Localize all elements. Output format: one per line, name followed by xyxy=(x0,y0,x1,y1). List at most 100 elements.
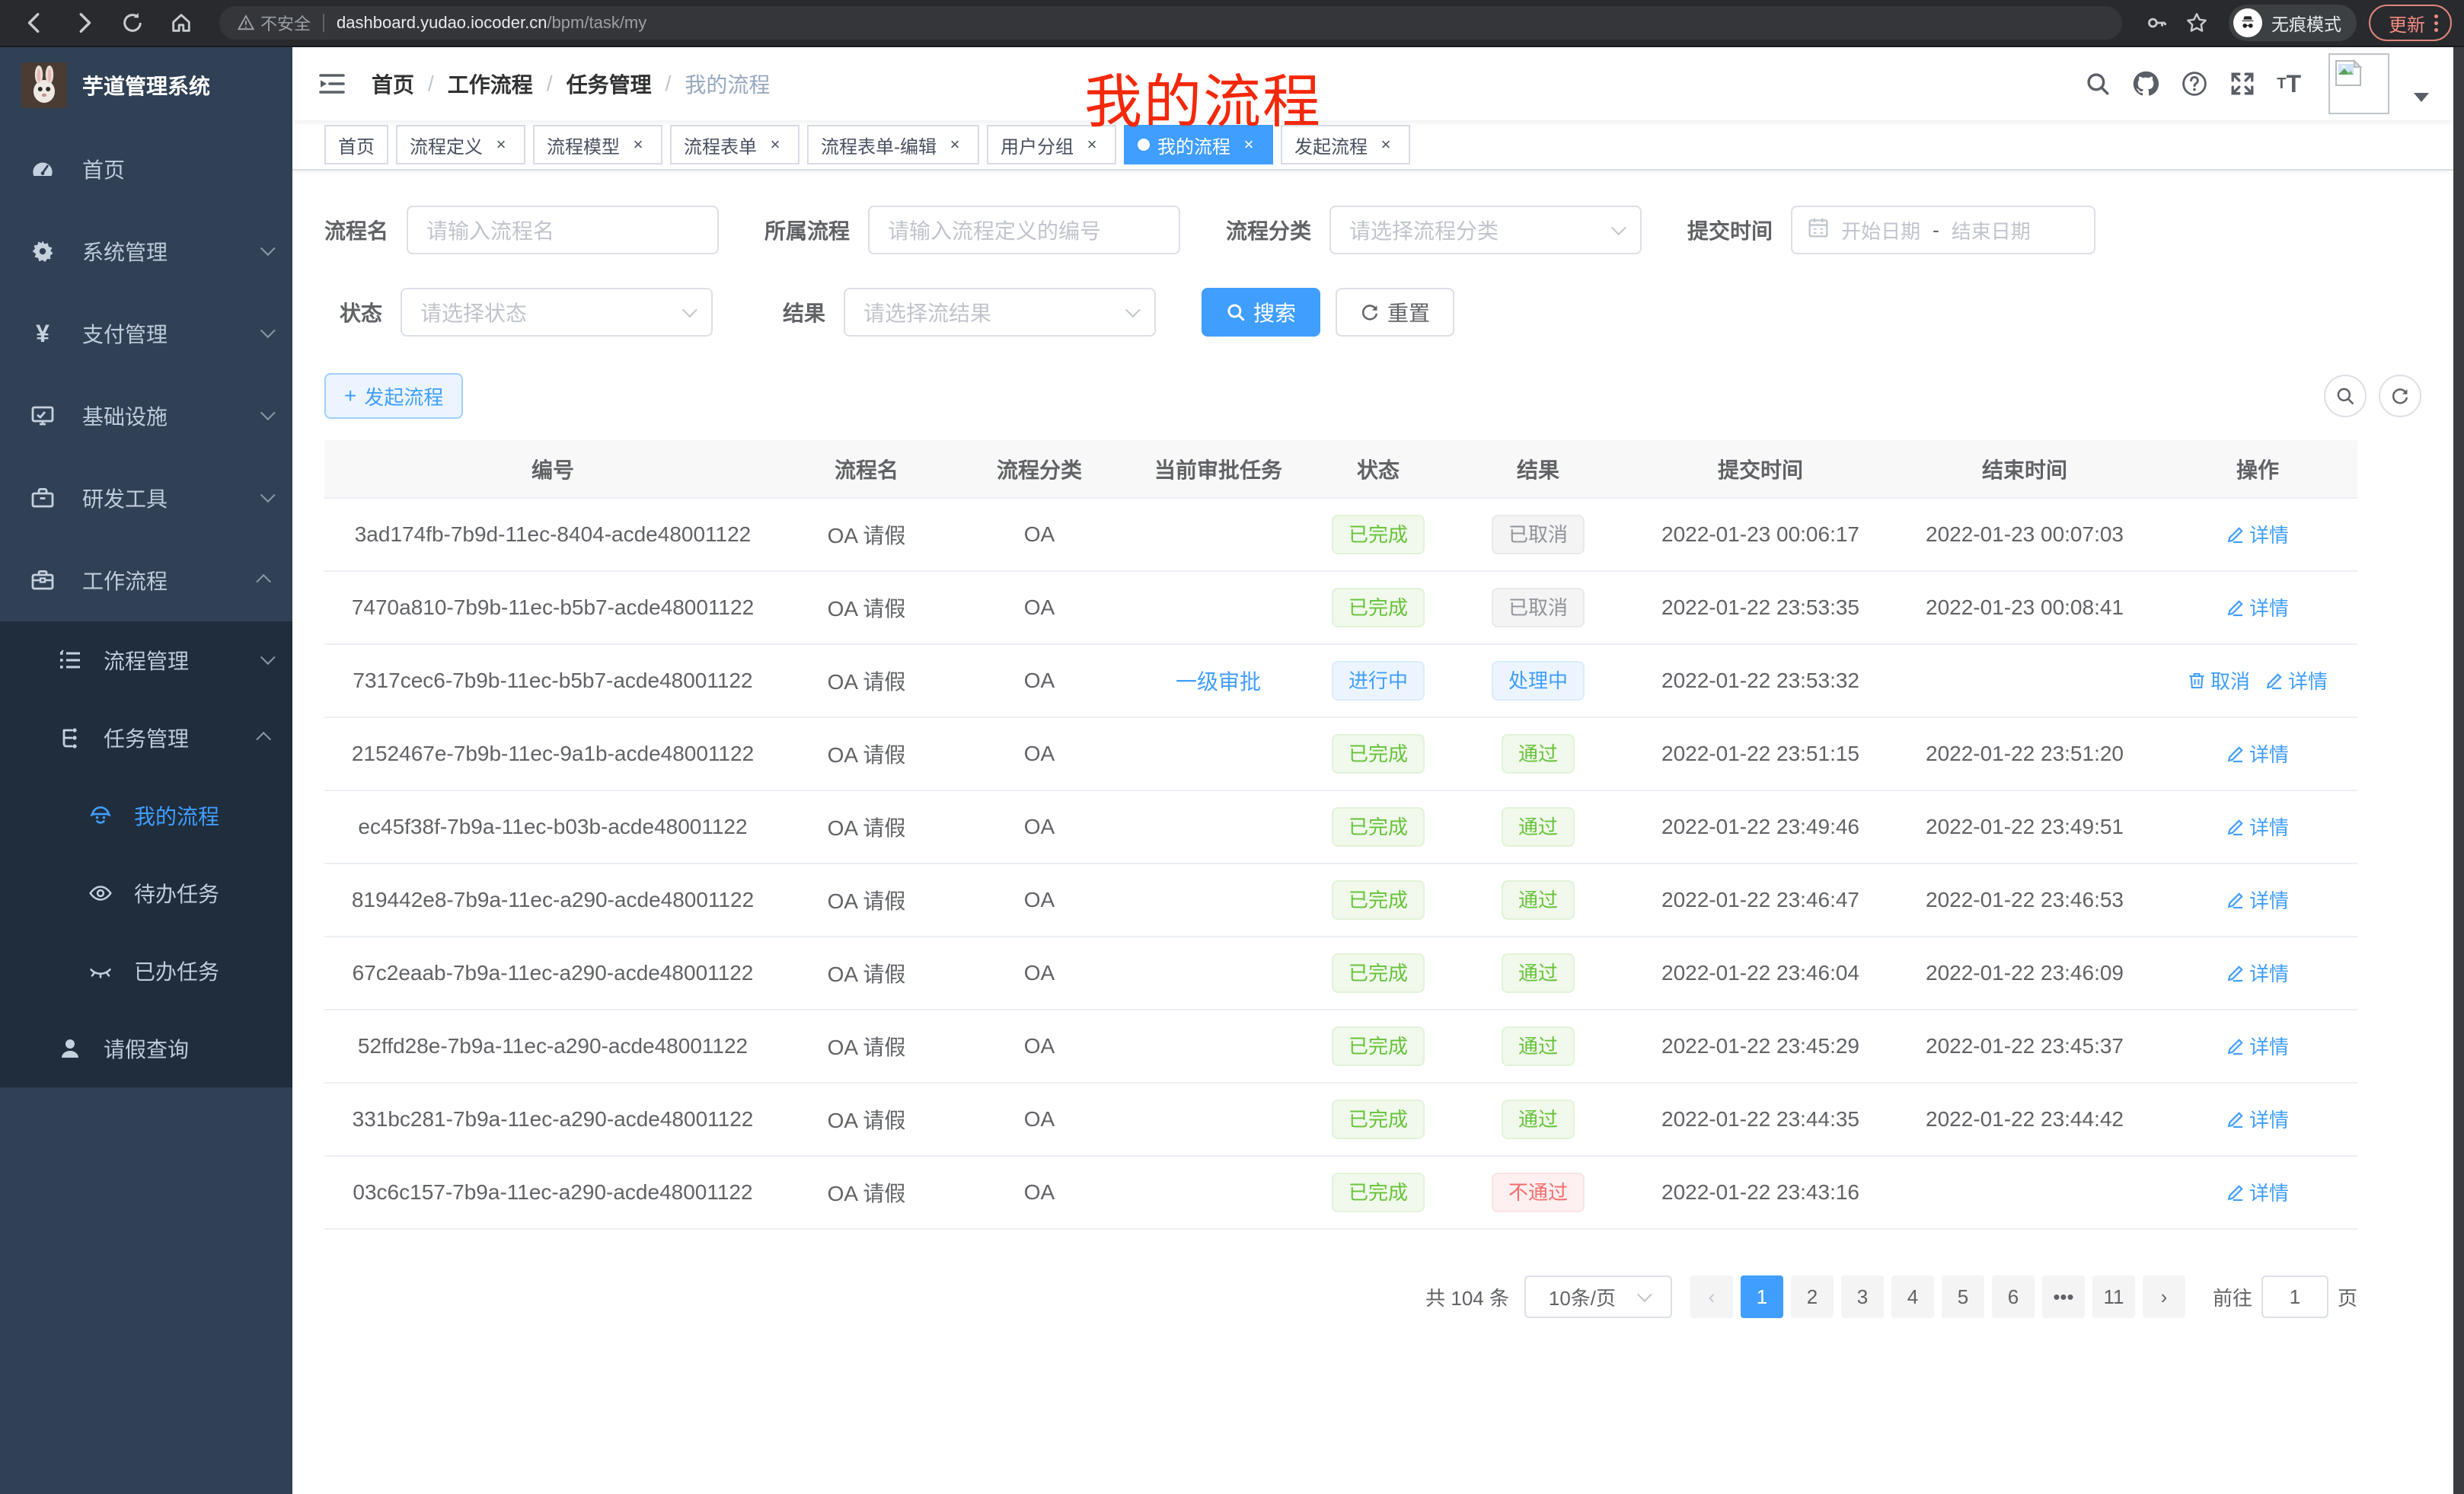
sidebar-item-sub-0[interactable]: 流程管理 xyxy=(0,621,292,699)
sidebar-item-label: 支付管理 xyxy=(82,318,260,349)
browser-back-icon[interactable] xyxy=(15,3,55,43)
incognito-badge[interactable]: 无痕模式 xyxy=(2229,5,2357,41)
sidebar-item-sub-1[interactable]: 任务管理 xyxy=(0,699,292,777)
search-button[interactable]: 搜索 xyxy=(1202,288,1320,337)
page-button-2[interactable]: 2 xyxy=(1791,1275,1834,1318)
sidebar-item-label: 研发工具 xyxy=(82,483,260,513)
sidebar-item-sub-3[interactable]: 待办任务 xyxy=(0,854,292,932)
detail-link[interactable]: 详情 xyxy=(2226,959,2289,987)
page-button-1[interactable]: 1 xyxy=(1741,1275,1783,1318)
toggle-search-button[interactable] xyxy=(2324,375,2367,417)
start-process-button[interactable]: + 发起流程 xyxy=(324,373,463,419)
avatar-dropdown-caret-icon[interactable] xyxy=(2414,93,2429,102)
submit-time-range-picker[interactable]: 开始日期 - 结束日期 xyxy=(1791,206,2095,254)
next-page-button[interactable]: › xyxy=(2143,1275,2185,1318)
page-button-3[interactable]: 3 xyxy=(1841,1275,1884,1318)
app-header: 首页/工作流程/任务管理/我的流程 TT xyxy=(292,47,2453,120)
browser-forward-icon[interactable] xyxy=(64,3,104,43)
close-icon[interactable]: × xyxy=(1238,134,1259,155)
edit-icon xyxy=(2226,525,2245,544)
font-size-icon[interactable]: TT xyxy=(2277,72,2301,96)
browser-scrollbar[interactable] xyxy=(2453,47,2464,1494)
close-icon[interactable]: × xyxy=(627,134,649,155)
page-button-5[interactable]: 5 xyxy=(1942,1275,1984,1318)
tab-发起流程[interactable]: 发起流程× xyxy=(1281,125,1410,164)
chevron-down-icon xyxy=(1611,220,1626,235)
close-icon[interactable]: × xyxy=(1375,134,1396,155)
tab-首页[interactable]: 首页 xyxy=(324,125,388,164)
fullscreen-icon[interactable] xyxy=(2229,71,2255,97)
tab-用户分组[interactable]: 用户分组× xyxy=(987,125,1116,164)
sidebar-collapse-icon[interactable] xyxy=(317,69,347,99)
chevron-down-icon xyxy=(260,490,271,507)
close-icon[interactable]: × xyxy=(490,134,512,155)
sidebar-item-3[interactable]: 基础设施 xyxy=(0,375,292,457)
detail-link[interactable]: 详情 xyxy=(2226,1032,2289,1060)
password-key-icon[interactable] xyxy=(2137,3,2177,43)
tab-流程定义[interactable]: 流程定义× xyxy=(396,125,525,164)
breadcrumb-item[interactable]: 工作流程 xyxy=(448,69,533,99)
detail-link[interactable]: 详情 xyxy=(2265,666,2328,694)
sidebar-item-sub-4[interactable]: 已办任务 xyxy=(0,932,292,1010)
tab-流程模型[interactable]: 流程模型× xyxy=(533,125,662,164)
page-button-11[interactable]: 11 xyxy=(2092,1275,2135,1318)
result-badge: 通过 xyxy=(1502,880,1575,920)
bookmark-star-icon[interactable] xyxy=(2177,3,2217,43)
close-icon[interactable]: × xyxy=(944,134,965,155)
goto-page-input[interactable]: 1 xyxy=(2261,1275,2328,1318)
cell-name: OA 请假 xyxy=(781,498,952,571)
result-select[interactable]: 请选择流结果 xyxy=(844,288,1156,337)
sidebar-item-sub-2[interactable]: 我的流程 xyxy=(0,777,292,854)
detail-link[interactable]: 详情 xyxy=(2226,520,2289,548)
reset-button[interactable]: 重置 xyxy=(1336,288,1454,337)
tab-我的流程[interactable]: 我的流程× xyxy=(1124,125,1273,164)
browser-reload-icon[interactable] xyxy=(113,3,152,43)
browser-menu-kebab-icon[interactable] xyxy=(2434,14,2438,32)
tab-流程表单[interactable]: 流程表单× xyxy=(670,125,800,164)
breadcrumb-item[interactable]: 任务管理 xyxy=(567,69,652,99)
current-task-link[interactable]: 一级审批 xyxy=(1176,670,1261,694)
detail-link[interactable]: 详情 xyxy=(2226,1178,2289,1206)
process-name-input[interactable]: 请输入流程名 xyxy=(407,206,719,254)
process-definition-input[interactable]: 请输入流程定义的编号 xyxy=(868,206,1180,254)
sidebar-item-0[interactable]: 首页 xyxy=(0,128,292,210)
breadcrumb-item[interactable]: 首页 xyxy=(372,69,414,99)
address-bar[interactable]: 不安全 dashboard.yudao.iocoder.cn/bpm/task/… xyxy=(219,6,2122,40)
chevron-down-icon xyxy=(1125,302,1141,318)
result-badge: 不通过 xyxy=(1492,1173,1585,1212)
not-secure-warning-icon[interactable]: 不安全 xyxy=(238,11,311,35)
detail-link[interactable]: 详情 xyxy=(2226,593,2289,621)
page-button-6[interactable]: 6 xyxy=(1992,1275,2035,1318)
browser-home-icon[interactable] xyxy=(161,3,201,43)
help-icon[interactable] xyxy=(2181,70,2208,97)
user-avatar[interactable] xyxy=(2328,53,2389,114)
header-search-icon[interactable] xyxy=(2085,71,2111,97)
sidebar-item-2[interactable]: ¥支付管理 xyxy=(0,292,292,375)
sidebar-item-5[interactable]: 工作流程 xyxy=(0,539,292,621)
sidebar-item-sub-5[interactable]: 请假查询 xyxy=(0,1010,292,1087)
detail-link[interactable]: 详情 xyxy=(2226,739,2289,768)
refresh-table-button[interactable] xyxy=(2379,375,2421,417)
column-header: 流程名 xyxy=(781,440,952,498)
close-icon[interactable]: × xyxy=(1081,134,1103,155)
sidebar-item-1[interactable]: 系统管理 xyxy=(0,210,292,292)
detail-link[interactable]: 详情 xyxy=(2226,1105,2289,1133)
close-icon[interactable]: × xyxy=(764,134,786,155)
sidebar-item-4[interactable]: 研发工具 xyxy=(0,457,292,539)
page-size-select[interactable]: 10条/页 xyxy=(1524,1275,1672,1318)
sidebar-item-label: 首页 xyxy=(82,154,271,184)
prev-page-button[interactable]: ‹ xyxy=(1690,1275,1733,1318)
cell-end-time: 2022-01-22 23:51:20 xyxy=(1891,717,2158,790)
tab-流程表单-编辑[interactable]: 流程表单-编辑× xyxy=(807,125,979,164)
logo-row[interactable]: 芋道管理系统 xyxy=(0,47,292,123)
category-select[interactable]: 请选择流程分类 xyxy=(1329,206,1642,254)
github-icon[interactable] xyxy=(2132,70,2159,97)
detail-link[interactable]: 详情 xyxy=(2226,886,2289,914)
detail-link[interactable]: 详情 xyxy=(2226,812,2289,841)
browser-update-button[interactable]: 更新 xyxy=(2369,5,2452,41)
more-pages-button[interactable]: ••• xyxy=(2042,1275,2085,1318)
page-button-4[interactable]: 4 xyxy=(1891,1275,1934,1318)
status-select[interactable]: 请选择状态 xyxy=(401,288,713,337)
url-host: dashboard.yudao.iocoder.cn xyxy=(337,13,547,33)
cancel-link[interactable]: 取消 xyxy=(2188,666,2250,694)
